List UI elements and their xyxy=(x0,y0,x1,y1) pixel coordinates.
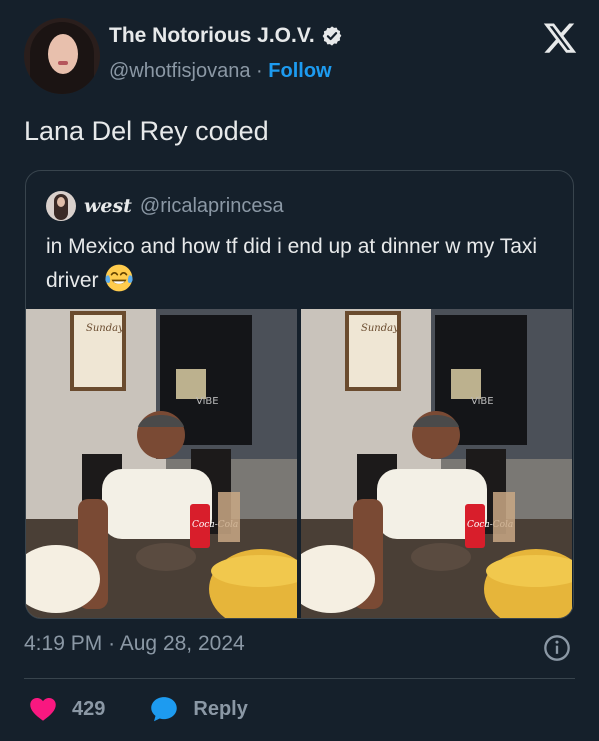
tweet-time: 4:19 PM xyxy=(24,632,103,655)
verified-icon xyxy=(322,26,342,46)
photo-right[interactable]: Sunday ViBE Coca-Cola xyxy=(301,309,572,618)
photo-left[interactable]: Sunday ViBE Coca-Cola xyxy=(26,309,297,618)
author-handle[interactable]: @whotfisjovana xyxy=(109,60,250,82)
author-name-row: The Notorious J.O.V. xyxy=(109,24,343,48)
quoted-avatar[interactable] xyxy=(46,191,76,221)
timestamp-separator: · xyxy=(108,632,116,655)
heart-icon xyxy=(30,698,56,721)
info-icon[interactable] xyxy=(543,634,571,662)
author-avatar[interactable] xyxy=(24,18,100,94)
reply-icon xyxy=(151,697,178,722)
tweet-timestamp[interactable]: 4:19 PM · Aug 28, 2024 xyxy=(24,632,245,656)
quoted-text: in Mexico and how tf did i end up at din… xyxy=(46,231,556,297)
divider xyxy=(24,678,575,679)
quoted-header: west @ricalaprincesa xyxy=(46,191,284,221)
quoted-tweet[interactable]: west @ricalaprincesa in Mexico and how t… xyxy=(25,170,574,619)
tweet-text: Lana Del Rey coded xyxy=(24,116,269,146)
reply-label: Reply xyxy=(193,697,248,720)
handle-separator: · xyxy=(256,60,263,82)
author-handle-row: @whotfisjovana · Follow xyxy=(109,60,332,83)
tv-text-right: ViBE xyxy=(471,396,494,407)
sign-text-right: Sunday xyxy=(361,323,399,334)
like-button[interactable]: 429 xyxy=(28,694,105,724)
tweet-actions: 429 Reply xyxy=(28,694,292,724)
like-count: 429 xyxy=(72,697,106,720)
tweet-header: The Notorious J.O.V. @whotfisjovana · Fo… xyxy=(24,18,580,98)
tv-text-left: ViBE xyxy=(196,396,219,407)
reply-button[interactable]: Reply xyxy=(149,694,248,724)
quoted-photos: Sunday ViBE Coca-Cola Sunday ViBE Coca-C… xyxy=(26,309,573,618)
tweet-date: Aug 28, 2024 xyxy=(119,632,245,655)
sign-text-left: Sunday xyxy=(86,323,124,334)
quoted-handle[interactable]: @ricalaprincesa xyxy=(140,195,284,218)
follow-button[interactable]: Follow xyxy=(268,60,331,82)
tears-of-joy-emoji-icon xyxy=(105,264,133,292)
quoted-name[interactable]: west xyxy=(84,195,132,217)
x-logo-icon[interactable] xyxy=(542,20,578,56)
author-name[interactable]: The Notorious J.O.V. xyxy=(109,24,315,48)
